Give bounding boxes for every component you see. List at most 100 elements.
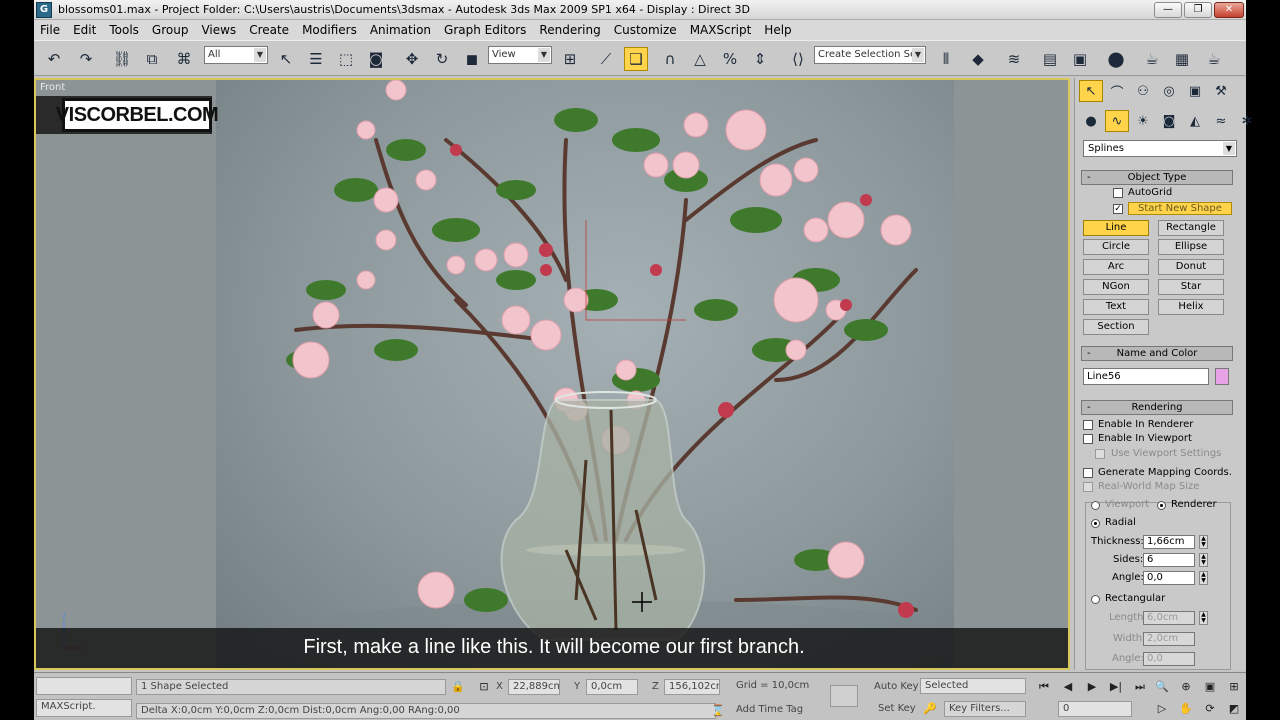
front-viewport[interactable]: Front VISCORBEL.COM z First, make a line… [34, 78, 1070, 670]
viewport-label[interactable]: Front [40, 82, 65, 93]
modify-tab-icon[interactable]: ⌒ [1105, 80, 1129, 102]
zoom-extents-icon[interactable]: ▣ [1202, 679, 1218, 695]
shape-category-dropdown[interactable]: Splines ▼ [1083, 140, 1237, 157]
create-tab-icon[interactable]: ↖ [1079, 80, 1103, 102]
menu-file[interactable]: File [40, 23, 60, 37]
layer-manager-icon[interactable]: ≋ [1002, 47, 1026, 71]
lights-icon[interactable]: ☀ [1131, 110, 1155, 132]
close-button[interactable]: ✕ [1214, 2, 1244, 18]
bind-spacewarp-icon[interactable]: ⌘ [172, 47, 196, 71]
object-color-swatch[interactable] [1215, 368, 1229, 385]
maximize-button[interactable]: ❐ [1184, 2, 1212, 18]
rotate-icon[interactable]: ↻ [430, 47, 454, 71]
radial-radio[interactable] [1091, 519, 1100, 528]
schematic-view-icon[interactable]: ▣ [1068, 47, 1092, 71]
section-button[interactable]: Section [1083, 319, 1149, 335]
named-selection-dropdown[interactable]: Create Selection Set ▼ [814, 46, 926, 64]
maxscript-listener-top[interactable] [36, 677, 132, 695]
percent-snap-icon[interactable]: % [718, 47, 742, 71]
absolute-mode-icon[interactable]: ⊡ [476, 679, 492, 695]
rendering-rollout-header[interactable]: - Rendering [1081, 400, 1233, 415]
rect-selection-icon[interactable]: ⬚ [334, 47, 358, 71]
geometry-icon[interactable]: ● [1079, 110, 1103, 132]
autogrid-checkbox[interactable] [1113, 188, 1123, 198]
line-button[interactable]: Line [1083, 220, 1149, 236]
viewport-radio[interactable] [1091, 501, 1100, 510]
arc-button[interactable]: Arc [1083, 259, 1149, 275]
shapes-icon[interactable]: ∿ [1105, 110, 1129, 132]
quick-render-icon[interactable]: ☕ [1202, 47, 1226, 71]
ngon-button[interactable]: NGon [1083, 279, 1149, 295]
name-color-rollout-header[interactable]: - Name and Color [1081, 346, 1233, 361]
edit-named-selection-icon[interactable]: ⟨⟩ [786, 47, 810, 71]
time-tag-icon[interactable]: ⌛ [710, 703, 726, 719]
object-name-field[interactable]: Line56 [1083, 368, 1209, 385]
ellipse-button[interactable]: Ellipse [1158, 239, 1224, 255]
thickness-spinner[interactable]: 1,66cm [1143, 535, 1195, 549]
star-button[interactable]: Star [1158, 279, 1224, 295]
rectangle-button[interactable]: Rectangle [1158, 220, 1224, 236]
generate-mapping-checkbox[interactable] [1083, 468, 1093, 478]
minimize-button[interactable]: — [1154, 2, 1182, 18]
z-coordinate-field[interactable]: 156,102cm [664, 679, 720, 695]
spinner-arrows-icon[interactable]: ▲ ▼ [1199, 553, 1208, 567]
select-object-icon[interactable]: ↖ [274, 47, 298, 71]
curve-editor-icon[interactable]: ▤ [1038, 47, 1062, 71]
pan-icon[interactable]: ✋ [1178, 701, 1194, 717]
length-spinner[interactable]: 6,0cm [1143, 611, 1195, 625]
fov-icon[interactable]: ▷ [1154, 701, 1170, 717]
add-time-tag[interactable]: Add Time Tag [732, 703, 818, 719]
goto-start-icon[interactable]: ⏮ [1036, 679, 1052, 695]
spacewarps-icon[interactable]: ≈ [1209, 110, 1233, 132]
angle-spinner[interactable]: 0,0 [1143, 571, 1195, 585]
renderer-radio[interactable] [1157, 501, 1166, 510]
menu-tools[interactable]: Tools [109, 23, 139, 37]
sides-spinner[interactable]: 6 [1143, 553, 1195, 567]
use-viewport-settings-checkbox[interactable] [1095, 449, 1105, 459]
enable-viewport-checkbox[interactable] [1083, 434, 1093, 444]
text-button[interactable]: Text [1083, 299, 1149, 315]
window-crossing-icon[interactable]: ◙ [364, 47, 388, 71]
move-icon[interactable]: ✥ [400, 47, 424, 71]
start-new-shape-button[interactable]: Start New Shape [1128, 202, 1232, 215]
snaps-toggle-icon[interactable]: ∩ [658, 47, 682, 71]
material-editor-icon[interactable]: ⬤ [1104, 47, 1128, 71]
key-mode-dropdown[interactable]: Selected [920, 678, 1026, 694]
maxscript-listener[interactable]: MAXScript. [36, 699, 132, 717]
selection-filter-dropdown[interactable]: All ▼ [204, 46, 268, 64]
key-icon[interactable]: 🔑 [922, 701, 938, 717]
menu-modifiers[interactable]: Modifiers [302, 23, 357, 37]
play-icon[interactable]: ▶ [1084, 679, 1100, 695]
spinner-snap-icon[interactable]: ⇕ [748, 47, 772, 71]
unlink-icon[interactable]: ⧉ [140, 47, 164, 71]
real-world-map-checkbox[interactable] [1083, 482, 1093, 492]
cameras-icon[interactable]: ◙ [1157, 110, 1181, 132]
helpers-icon[interactable]: ◭ [1183, 110, 1207, 132]
next-frame-icon[interactable]: ▶| [1108, 679, 1124, 695]
select-link-icon[interactable]: ⛓ [110, 47, 134, 71]
menu-customize[interactable]: Customize [614, 23, 677, 37]
motion-tab-icon[interactable]: ◎ [1157, 80, 1181, 102]
current-frame-field[interactable]: 0 [1058, 701, 1132, 717]
select-by-name-icon[interactable]: ☰ [304, 47, 328, 71]
undo-icon[interactable]: ↶ [42, 47, 66, 71]
zoom-all-icon[interactable]: ⊕ [1178, 679, 1194, 695]
maximize-viewport-icon[interactable]: ◩ [1226, 701, 1242, 717]
lock-selection-icon[interactable]: 🔒 [450, 679, 466, 695]
helix-button[interactable]: Helix [1158, 299, 1224, 315]
render-setup-icon[interactable]: ☕ [1140, 47, 1164, 71]
circle-button[interactable]: Circle [1083, 239, 1149, 255]
goto-end-icon[interactable]: ⏭ [1132, 679, 1148, 695]
orbit-icon[interactable]: ⟳ [1202, 701, 1218, 717]
width-spinner[interactable]: 2,0cm [1143, 632, 1195, 646]
menu-maxscript[interactable]: MAXScript [690, 23, 752, 37]
spinner-arrows-icon[interactable]: ▲ ▼ [1199, 571, 1208, 585]
menu-animation[interactable]: Animation [370, 23, 431, 37]
menu-edit[interactable]: Edit [73, 23, 96, 37]
angle-snap-icon[interactable]: △ [688, 47, 712, 71]
reference-coord-dropdown[interactable]: View ▼ [488, 46, 552, 64]
scale-icon[interactable]: ◼ [460, 47, 484, 71]
object-type-rollout-header[interactable]: - Object Type [1081, 170, 1233, 185]
rectangular-radio[interactable] [1091, 595, 1100, 604]
previous-frame-icon[interactable]: ◀ [1060, 679, 1076, 695]
